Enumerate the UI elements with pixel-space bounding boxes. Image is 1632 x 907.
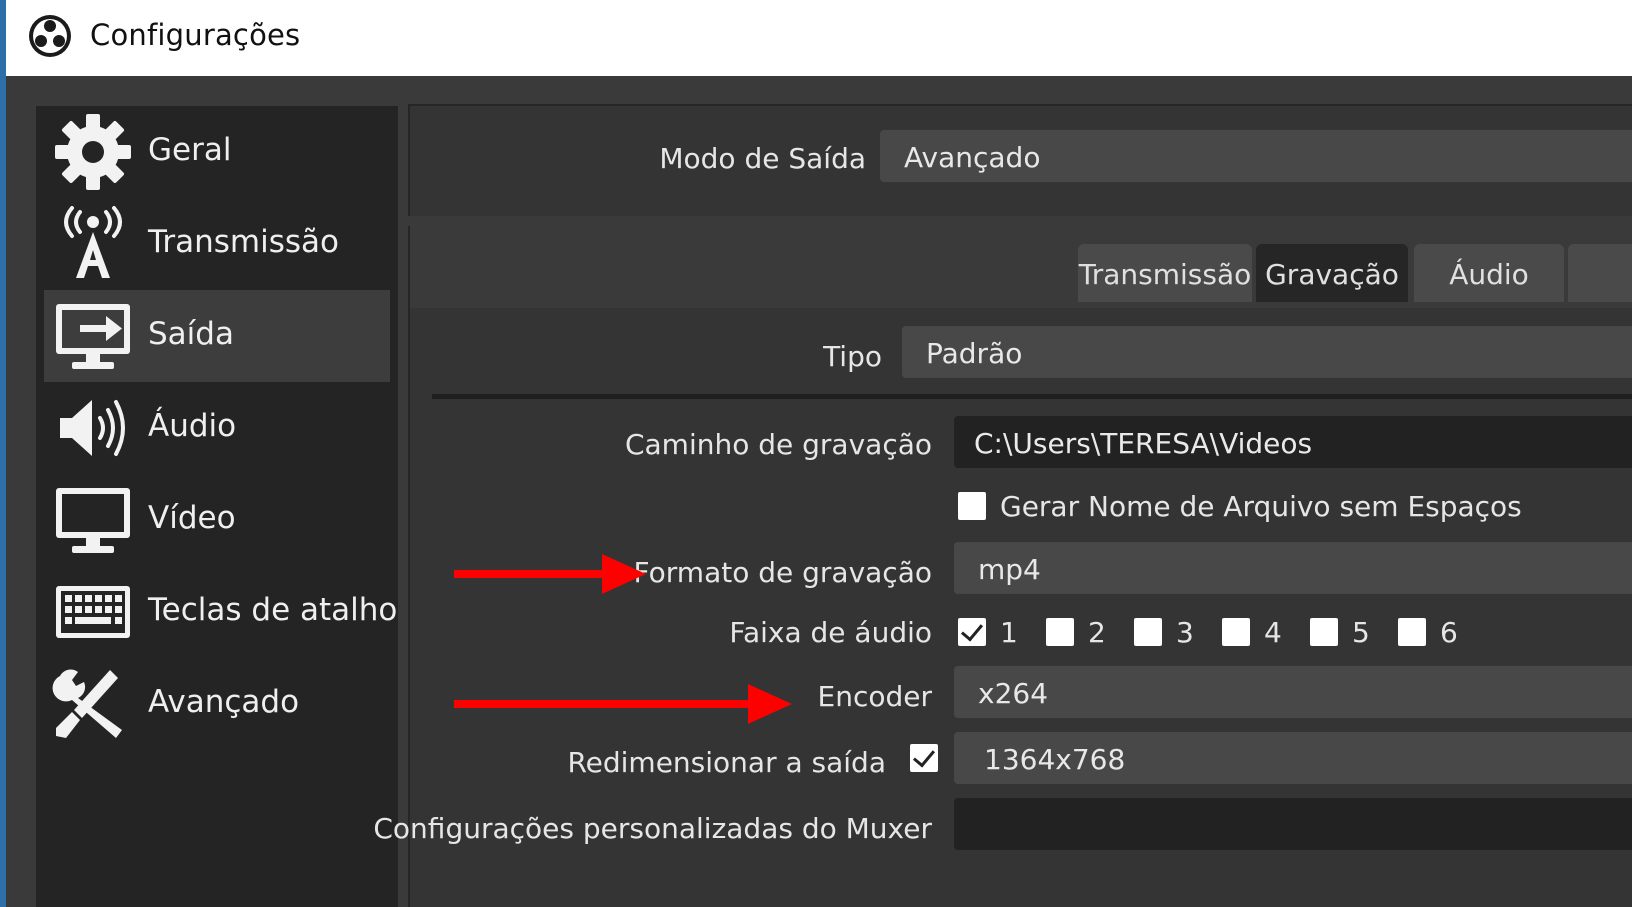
no-space-filename-label: Gerar Nome de Arquivo sem Espaços [1000, 490, 1522, 523]
speaker-icon [60, 400, 125, 456]
audio-track-6-label: 6 [1440, 616, 1458, 649]
tab-more[interactable] [1568, 244, 1632, 302]
sidebar-item-avancado[interactable]: Avançado [44, 658, 390, 750]
type-dropdown[interactable]: Padrão [902, 326, 1632, 378]
sidebar-item-audio[interactable]: Áudio [44, 382, 390, 474]
recording-path-input[interactable]: C:\Users\TERESA\Videos [954, 416, 1632, 468]
gear-icon [55, 114, 131, 190]
sidebar-item-transmissao[interactable]: Transmissão [44, 198, 390, 290]
audio-track-1-label: 1 [1000, 616, 1018, 649]
tab-transmissao[interactable]: Transmissão [1078, 244, 1252, 302]
title-bar: Configurações [6, 0, 1632, 76]
audio-track-5-label: 5 [1352, 616, 1370, 649]
tab-label: Transmissão [1078, 258, 1252, 291]
type-value: Padrão [926, 337, 1023, 370]
recording-path-label: Caminho de gravação [624, 428, 932, 461]
sidebar-item-saida[interactable]: Saída [44, 290, 390, 382]
recording-format-dropdown[interactable]: mp4 [954, 542, 1632, 594]
sidebar-item-label: Avançado [148, 684, 300, 720]
sidebar-item-label: Transmissão [148, 224, 339, 260]
section-divider [432, 394, 1632, 399]
obs-logo-icon [29, 15, 71, 57]
sidebar-item-geral[interactable]: Geral [44, 106, 390, 198]
output-monitor-icon [56, 304, 130, 369]
annotation-arrow-format [454, 554, 646, 594]
sidebar-item-label: Geral [148, 132, 232, 168]
settings-sidebar: Geral Transmissão Saída Áudio Vídeo Tecl… [36, 106, 398, 907]
tab-audio[interactable]: Áudio [1414, 244, 1564, 302]
recording-path-value: C:\Users\TERESA\Videos [974, 427, 1313, 460]
tab-label: Áudio [1449, 258, 1529, 291]
rescale-label: Redimensionar a saída [567, 746, 886, 779]
audio-track-4-label: 4 [1264, 616, 1282, 649]
tab-label: Gravação [1265, 258, 1399, 291]
audio-track-4-checkbox[interactable] [1222, 618, 1250, 646]
rescale-checkbox[interactable] [910, 744, 938, 772]
settings-window: Geral Transmissão Saída Áudio Vídeo Tecl… [6, 76, 1632, 907]
muxer-settings-label: Configurações personalizadas do Muxer [373, 812, 932, 845]
audio-track-1-checkbox[interactable] [958, 618, 986, 646]
recording-format-label: Formato de gravação [633, 556, 932, 589]
recording-format-value: mp4 [978, 553, 1041, 586]
audio-track-3-label: 3 [1176, 616, 1194, 649]
output-mode-value: Avançado [904, 141, 1041, 174]
type-label: Tipo [823, 340, 882, 373]
broadcast-tower-icon [64, 206, 122, 278]
keyboard-icon [56, 586, 130, 638]
sidebar-item-label: Vídeo [148, 500, 236, 536]
audio-track-5-checkbox[interactable] [1310, 618, 1338, 646]
audio-track-2-checkbox[interactable] [1046, 618, 1074, 646]
rescale-resolution-value: 1364x768 [984, 743, 1126, 776]
rescale-resolution-dropdown[interactable]: 1364x768 [954, 732, 1632, 784]
sidebar-item-hotkeys[interactable]: Teclas de atalho [44, 566, 397, 658]
sidebar-item-label: Áudio [148, 408, 237, 444]
window-title: Configurações [90, 18, 301, 52]
encoder-value: x264 [978, 677, 1049, 710]
output-mode-dropdown[interactable]: Avançado [880, 130, 1632, 182]
audio-track-6-checkbox[interactable] [1398, 618, 1426, 646]
output-tabs: Transmissão Gravação Áudio [410, 226, 1632, 308]
audio-track-2-label: 2 [1088, 616, 1106, 649]
muxer-settings-input[interactable] [954, 798, 1632, 850]
monitor-icon [56, 488, 130, 553]
encoder-dropdown[interactable]: x264 [954, 666, 1632, 718]
annotation-arrow-encoder [454, 684, 792, 724]
sidebar-item-video[interactable]: Vídeo [44, 474, 390, 566]
output-mode-label: Modo de Saída [659, 142, 866, 175]
recording-settings-panel: Transmissão Gravação Áudio Tipo Padrão C… [373, 226, 1632, 907]
no-space-filename-checkbox[interactable] [958, 492, 986, 520]
sidebar-item-label: Saída [148, 316, 234, 352]
sidebar-item-label: Teclas de atalho [148, 592, 398, 628]
encoder-label: Encoder [817, 680, 932, 713]
audio-track-label: Faixa de áudio [729, 616, 932, 649]
audio-track-3-checkbox[interactable] [1134, 618, 1162, 646]
output-mode-section: Modo de Saída Avançado [408, 104, 1632, 216]
tab-gravacao[interactable]: Gravação [1256, 244, 1408, 302]
tools-icon [52, 669, 122, 738]
